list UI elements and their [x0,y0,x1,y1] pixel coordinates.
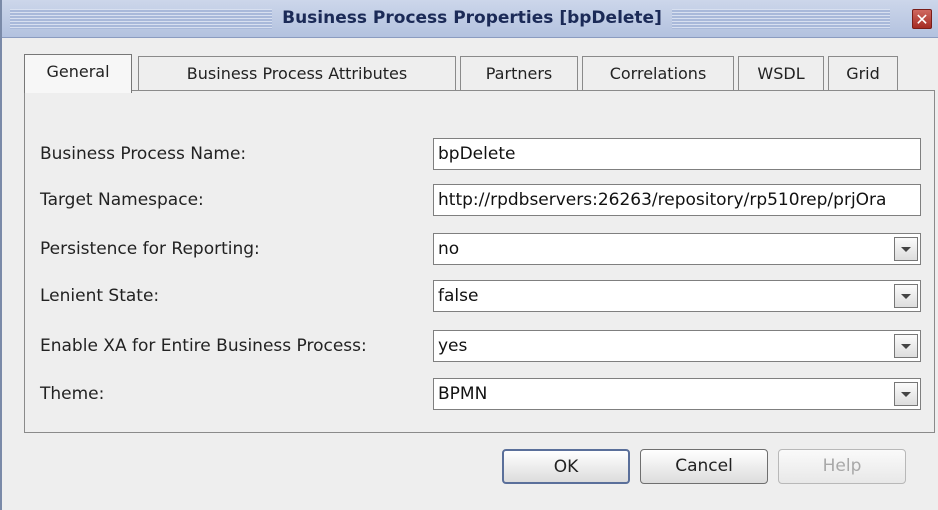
tab-correlations[interactable]: Correlations [582,56,734,92]
lenient-state-value: false [438,286,479,306]
target-namespace-input[interactable]: http://rpdbservers:26263/repository/rp51… [433,184,921,216]
theme-select[interactable]: BPMN [433,378,921,410]
persistence-for-reporting-value: no [438,239,460,259]
enable-xa-value: yes [438,336,468,356]
chevron-down-icon[interactable] [894,237,918,261]
close-icon[interactable]: ✕ [912,9,932,29]
dialog-title: Business Process Properties [bpDelete] [272,0,672,37]
lenient-state-label: Lenient State: [40,286,160,306]
chevron-down-icon[interactable] [894,334,918,358]
persistence-for-reporting-label: Persistence for Reporting: [40,239,260,259]
tab-business-process-attributes[interactable]: Business Process Attributes [138,56,456,92]
enable-xa-label: Enable XA for Entire Business Process: [40,336,367,356]
enable-xa-select[interactable]: yes [433,330,921,362]
target-namespace-label: Target Namespace: [40,190,204,210]
lenient-state-select[interactable]: false [433,280,921,312]
chevron-down-icon[interactable] [894,382,918,406]
business-process-name-input[interactable]: bpDelete [433,138,921,170]
help-button[interactable]: Help [778,449,906,484]
ok-button[interactable]: OK [502,449,630,484]
tab-general[interactable]: General [24,54,132,93]
persistence-for-reporting-select[interactable]: no [433,233,921,265]
properties-dialog: Business Process Properties [bpDelete] ✕… [0,0,938,510]
chevron-down-icon[interactable] [894,284,918,308]
cancel-button[interactable]: Cancel [640,449,768,484]
title-bar[interactable]: Business Process Properties [bpDelete] ✕ [2,0,938,38]
business-process-name-label: Business Process Name: [40,144,247,164]
tab-partners[interactable]: Partners [460,56,578,92]
theme-label: Theme: [40,384,105,404]
theme-value: BPMN [438,384,488,404]
tab-grid[interactable]: Grid [828,56,898,92]
tab-wsdl[interactable]: WSDL [738,56,824,92]
